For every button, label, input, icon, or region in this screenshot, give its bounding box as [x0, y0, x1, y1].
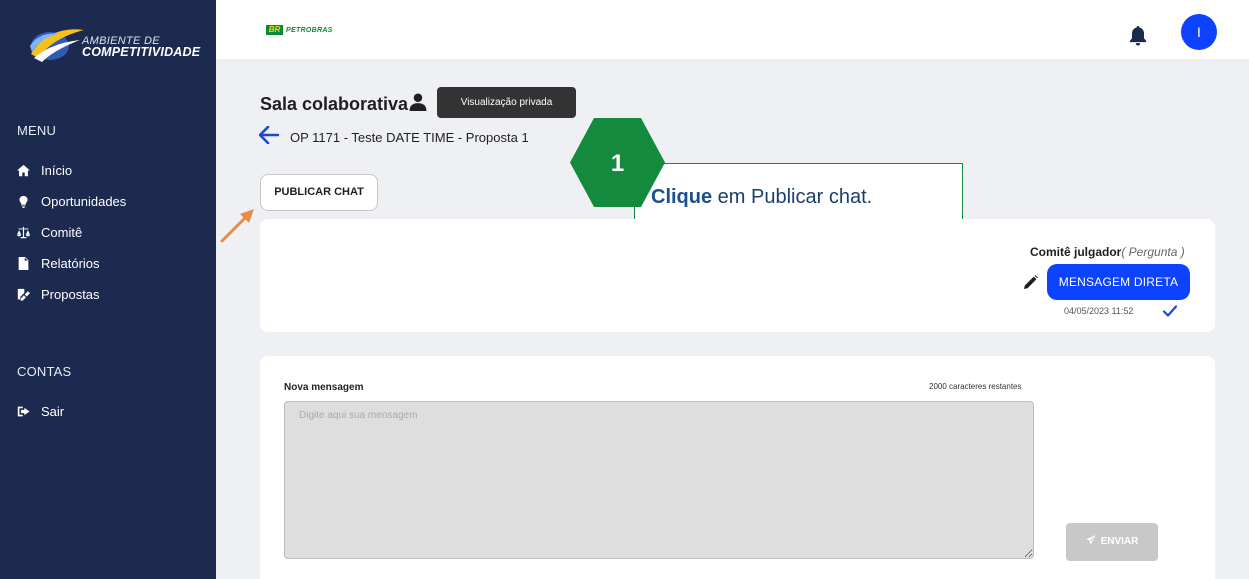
message-timestamp: 04/05/2023 11:52: [1064, 306, 1134, 316]
check-icon: [1163, 305, 1177, 317]
message-bubble[interactable]: MENSAGEM DIRETA: [1047, 264, 1190, 300]
sidebar: AMBIENTE DE COMPETITIVIDADE MENU Início …: [0, 0, 216, 579]
message-sender: Comitê julgador( Pergunta ): [1030, 245, 1185, 259]
home-icon: [17, 164, 30, 177]
sidebar-item-label: Propostas: [41, 287, 100, 302]
callout-rest: em Publicar chat.: [712, 186, 873, 208]
sidebar-item-propostas[interactable]: Propostas: [17, 279, 207, 310]
sidebar-nav: Início Oportunidades Comitê Relatórios P…: [17, 155, 207, 310]
step-number: 1: [611, 150, 624, 177]
lightbulb-icon: [19, 195, 28, 208]
sidebar-item-oportunidades[interactable]: Oportunidades: [17, 186, 207, 217]
sender-type: ( Pergunta ): [1121, 245, 1185, 259]
sidebar-item-label: Início: [41, 163, 73, 178]
sidebar-item-comite[interactable]: Comitê: [17, 217, 207, 248]
partner-badge: BR: [266, 25, 283, 35]
accounts-nav: Sair: [17, 396, 207, 427]
send-button[interactable]: ENVIAR: [1066, 523, 1158, 561]
app-logo[interactable]: AMBIENTE DE COMPETITIVIDADE: [28, 22, 203, 70]
sidebar-item-sair[interactable]: Sair: [17, 396, 207, 427]
accounts-section-label: CONTAS: [17, 364, 72, 379]
page-title: Sala colaborativa: [260, 94, 409, 114]
sidebar-item-label: Relatórios: [41, 256, 100, 271]
annotation-arrow-icon: [220, 209, 254, 243]
sidebar-item-label: Sair: [41, 404, 65, 419]
edit-document-icon: [17, 288, 30, 301]
user-icon[interactable]: [409, 93, 427, 111]
send-label: ENVIAR: [1100, 536, 1139, 547]
send-plane-icon: [1085, 535, 1096, 545]
avatar[interactable]: I: [1181, 14, 1217, 50]
logo-line2: COMPETITIVIDADE: [82, 45, 201, 59]
menu-section-label: MENU: [17, 123, 57, 138]
scale-icon: [17, 226, 30, 239]
petrobras-logo: BR PETROBRAS: [266, 25, 333, 35]
sender-name: Comitê julgador: [1030, 245, 1122, 259]
publish-chat-button[interactable]: PUBLICAR CHAT: [260, 174, 378, 211]
logout-icon: [17, 406, 30, 417]
top-bar: BR PETROBRAS I: [216, 0, 1249, 59]
chars-remaining: 2000 caracteres restantes: [929, 382, 1022, 391]
message-input[interactable]: [284, 401, 1034, 559]
partner-name: PETROBRAS: [286, 26, 333, 34]
callout-text: Clique em Publicar chat.: [651, 186, 872, 209]
back-arrow-icon[interactable]: [259, 126, 279, 144]
sidebar-item-label: Comitê: [41, 225, 83, 240]
breadcrumb[interactable]: OP 1171 - Teste DATE TIME - Proposta 1: [290, 130, 529, 145]
pencil-icon[interactable]: [1024, 275, 1038, 289]
sidebar-item-relatorios[interactable]: Relatórios: [17, 248, 207, 279]
callout-bold: Clique: [651, 186, 713, 208]
document-icon: [18, 257, 29, 270]
swoosh-logo-icon: [30, 29, 84, 62]
sidebar-item-label: Oportunidades: [41, 194, 127, 209]
sidebar-item-inicio[interactable]: Início: [17, 155, 207, 186]
bell-icon[interactable]: [1129, 26, 1147, 46]
private-view-tooltip: Visualização privada: [437, 87, 576, 118]
composer-label: Nova mensagem: [284, 382, 364, 393]
